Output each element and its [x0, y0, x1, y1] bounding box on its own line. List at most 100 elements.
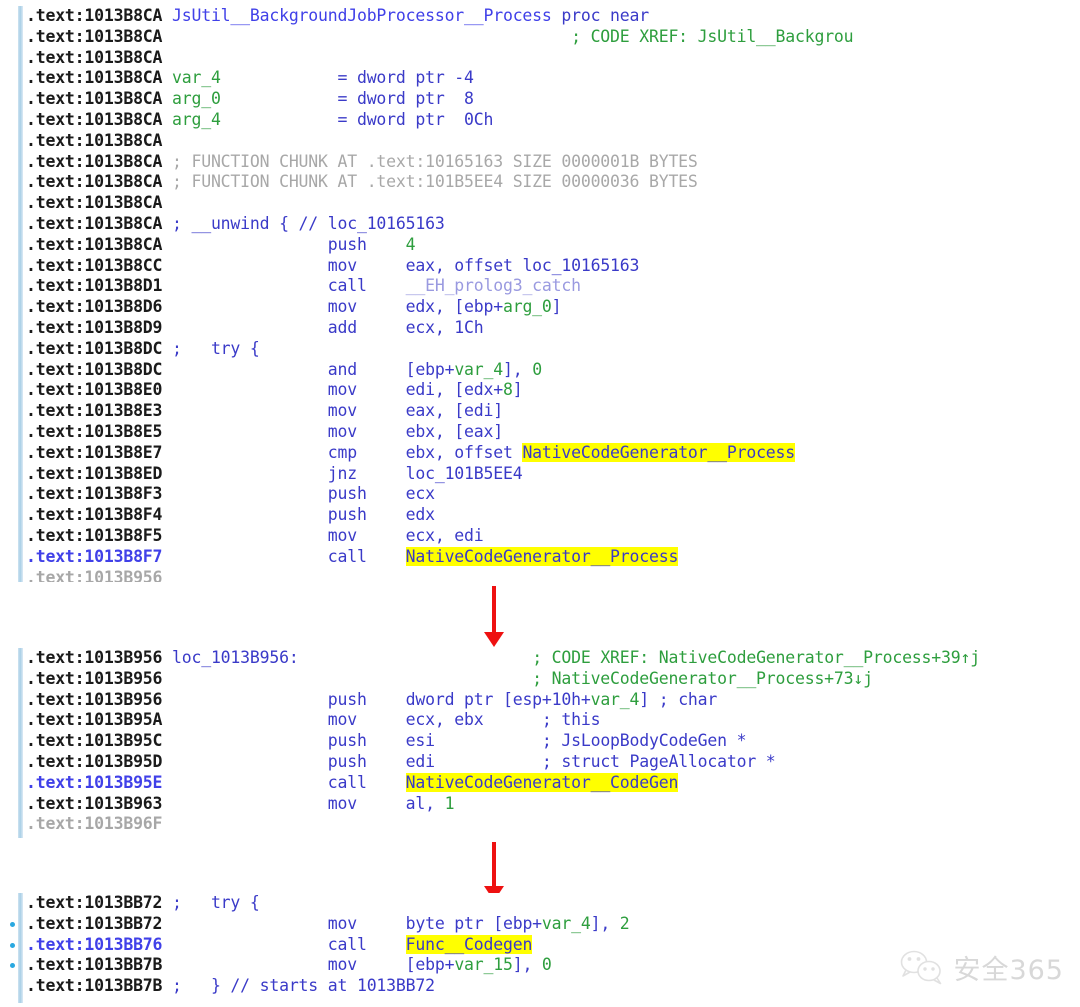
operand [357, 955, 406, 974]
operand: edx, [ebp+ [405, 297, 504, 317]
mnemonic: push [327, 234, 367, 254]
code-line[interactable]: .text:1013B8CA [0, 48, 1080, 69]
code-line[interactable]: .text:1013B8CC mov eax, offset loc_10165… [0, 256, 1080, 277]
code-line[interactable]: .text:1013B8CA var_4 = dword ptr -4 [0, 68, 1080, 89]
code-line-body: .text:1013BB76 call Func__Codegen [0, 934, 532, 956]
code-line[interactable]: .text:1013B8CA ; FUNCTION CHUNK AT .text… [0, 152, 1080, 173]
code-line[interactable]: .text:1013B8CA push 4 [0, 235, 1080, 256]
code-line[interactable]: .text:1013B8F5 mov ecx, edi [0, 526, 1080, 547]
code-line[interactable]: .text:1013B8D9 add ecx, 1Ch [0, 318, 1080, 339]
code-line[interactable]: .text:1013B95C push esi ; JsLoopBodyCode… [0, 731, 1080, 752]
operand: ], [590, 913, 620, 933]
operand: edx [405, 505, 435, 525]
operand: ecx, 1Ch [405, 317, 484, 337]
code-line[interactable]: .text:1013B8CA arg_0 = dword ptr 8 [0, 89, 1080, 110]
code-line[interactable]: .text:1013B8D1 call __EH_prolog3_catch [0, 276, 1080, 297]
line-address: .text:1013B8E5 [26, 421, 163, 441]
code-line-body: .text:1013B8CA var_4 = dword ptr -4 [0, 68, 474, 89]
operand: 4 [405, 234, 416, 254]
code-line-body: .text:1013B8D6 mov edx, [ebp+arg_0] [0, 297, 562, 318]
code-line-body: .text:1013B8DC ; try { [0, 339, 260, 360]
breakpoint-dot-icon[interactable] [10, 942, 15, 948]
function-name: JsUtil__BackgroundJobProcessor__Process [172, 6, 552, 25]
line-address: .text:1013B956 [26, 689, 163, 709]
comment: ; CODE XREF: NativeCodeGenerator__Proces… [532, 648, 980, 667]
code-line[interactable]: .text:1013B8CA [0, 193, 1080, 214]
mnemonic: mov [327, 710, 357, 730]
code-line[interactable]: .text:1013B956 ; NativeCodeGenerator__Pr… [0, 669, 1080, 690]
operand [357, 297, 406, 316]
code-line[interactable]: .text:1013B8CA ; CODE XREF: JsUtil__Back… [0, 27, 1080, 48]
code-line-body: .text:1013B8CA arg_4 = dword ptr 0Ch [0, 110, 493, 131]
code-line-body: .text:1013B8D1 call __EH_prolog3_catch [0, 276, 581, 297]
code-line[interactable]: .text:1013B8CA JsUtil__BackgroundJobProc… [0, 6, 1080, 27]
line-address: .text:1013BB72 [26, 893, 163, 912]
operand [367, 505, 406, 524]
highlighted-symbol[interactable]: NativeCodeGenerator__CodeGen [405, 772, 678, 792]
code-line[interactable]: .text:1013BB72 mov byte ptr [ebp+var_4],… [0, 914, 1080, 935]
disassembly-canvas: .text:1013B8CA JsUtil__BackgroundJobProc… [0, 0, 1080, 1007]
line-address: .text:1013B8CA [26, 172, 163, 192]
code-line[interactable]: .text:1013B8DC ; try { [0, 339, 1080, 360]
code-line[interactable]: .text:1013B8F4 push edx [0, 505, 1080, 526]
operand: byte ptr [ebp+ [405, 913, 542, 933]
code-line[interactable]: .text:1013B95A mov ecx, ebx ; this [0, 710, 1080, 731]
code-line[interactable]: .text:1013B8F3 push ecx [0, 484, 1080, 505]
highlighted-symbol[interactable]: NativeCodeGenerator__Process [522, 442, 795, 462]
operand: ], [502, 359, 533, 379]
operand: loc_101B5EE4 [405, 463, 523, 483]
highlighted-symbol[interactable]: NativeCodeGenerator__Process [405, 546, 678, 566]
operand [162, 110, 172, 129]
code-block-1[interactable]: .text:1013B8CA JsUtil__BackgroundJobProc… [0, 6, 1080, 582]
code-line[interactable]: .text:1013B96F [0, 814, 1080, 835]
line-address: .text:1013B8F7 [26, 546, 163, 566]
code-line[interactable]: .text:1013B8ED jnz loc_101B5EE4 [0, 464, 1080, 485]
operand [221, 110, 338, 129]
code-line[interactable]: .text:1013B8E3 mov eax, [edi] [0, 401, 1080, 422]
code-line[interactable]: .text:1013B963 mov al, 1 [0, 794, 1080, 815]
line-address: .text:1013B8E0 [26, 380, 163, 400]
code-line-body: .text:1013B95D push edi ; struct PageAll… [0, 752, 776, 773]
block-1-lines: .text:1013B8CA JsUtil__BackgroundJobProc… [0, 6, 1080, 582]
code-line-body: .text:1013B8F5 mov ecx, edi [0, 526, 484, 547]
operand: [ebp+ [405, 359, 455, 379]
code-line[interactable]: .text:1013B95E call NativeCodeGenerator_… [0, 772, 1080, 794]
line-address: .text:1013B8CA [26, 130, 163, 150]
operand [357, 710, 406, 729]
code-line-body: .text:1013B8CA ; __unwind { // loc_10165… [0, 214, 445, 235]
code-line-body: .text:1013B8CA ; CODE XREF: JsUtil__Back… [0, 27, 854, 48]
operand [357, 443, 406, 462]
code-line[interactable]: .text:1013BB72 ; try { [0, 893, 1080, 914]
code-line[interactable]: .text:1013B8F7 call NativeCodeGenerator_… [0, 546, 1080, 568]
code-line[interactable]: .text:1013B8E7 cmp ebx, offset NativeCod… [0, 442, 1080, 464]
code-line[interactable]: .text:1013B8CA ; FUNCTION CHUNK AT .text… [0, 172, 1080, 193]
breakpoint-dot-icon[interactable] [10, 921, 15, 927]
code-line[interactable]: .text:1013B95D push edi ; struct PageAll… [0, 752, 1080, 773]
code-line[interactable]: .text:1013B956 push dword ptr [esp+10h+v… [0, 690, 1080, 711]
mnemonic: mov [327, 255, 357, 275]
line-address: .text:1013B8F4 [26, 505, 163, 525]
operand [357, 360, 406, 379]
code-line[interactable]: .text:1013B8CA [0, 131, 1080, 152]
code-line[interactable]: .text:1013B8DC and [ebp+var_4], 0 [0, 360, 1080, 381]
code-line[interactable]: .text:1013B8CA ; __unwind { // loc_10165… [0, 214, 1080, 235]
line-address: .text:1013B8E3 [26, 401, 163, 421]
code-line[interactable]: .text:1013B8E5 mov ebx, [eax] [0, 422, 1080, 443]
code-line[interactable]: .text:1013B8E0 mov edi, [edx+8] [0, 380, 1080, 401]
operand [162, 794, 327, 813]
line-address: .text:1013B8CA [26, 213, 163, 233]
operand [367, 935, 406, 954]
operand [162, 690, 327, 709]
code-line[interactable]: .text:1013B8CA arg_4 = dword ptr 0Ch [0, 110, 1080, 131]
code-line[interactable]: .text:1013B8D6 mov edx, [ebp+arg_0] [0, 297, 1080, 318]
code-block-2[interactable]: .text:1013B956 loc_1013B956: ; CODE XREF… [0, 648, 1080, 838]
code-line[interactable]: .text:1013B956 [0, 568, 1080, 582]
operand: 1 [444, 793, 455, 813]
code-line-body: .text:1013B8E7 cmp ebx, offset NativeCod… [0, 442, 795, 464]
line-address: .text:1013B8CA [26, 109, 163, 129]
code-line-body: .text:1013B8DC and [ebp+var_4], 0 [0, 360, 542, 381]
comment: ; struct PageAllocator * [541, 751, 776, 771]
line-address: .text:1013B8CA [26, 193, 163, 213]
code-line[interactable]: .text:1013B956 loc_1013B956: ; CODE XREF… [0, 648, 1080, 669]
highlighted-symbol[interactable]: Func__Codegen [405, 934, 532, 954]
